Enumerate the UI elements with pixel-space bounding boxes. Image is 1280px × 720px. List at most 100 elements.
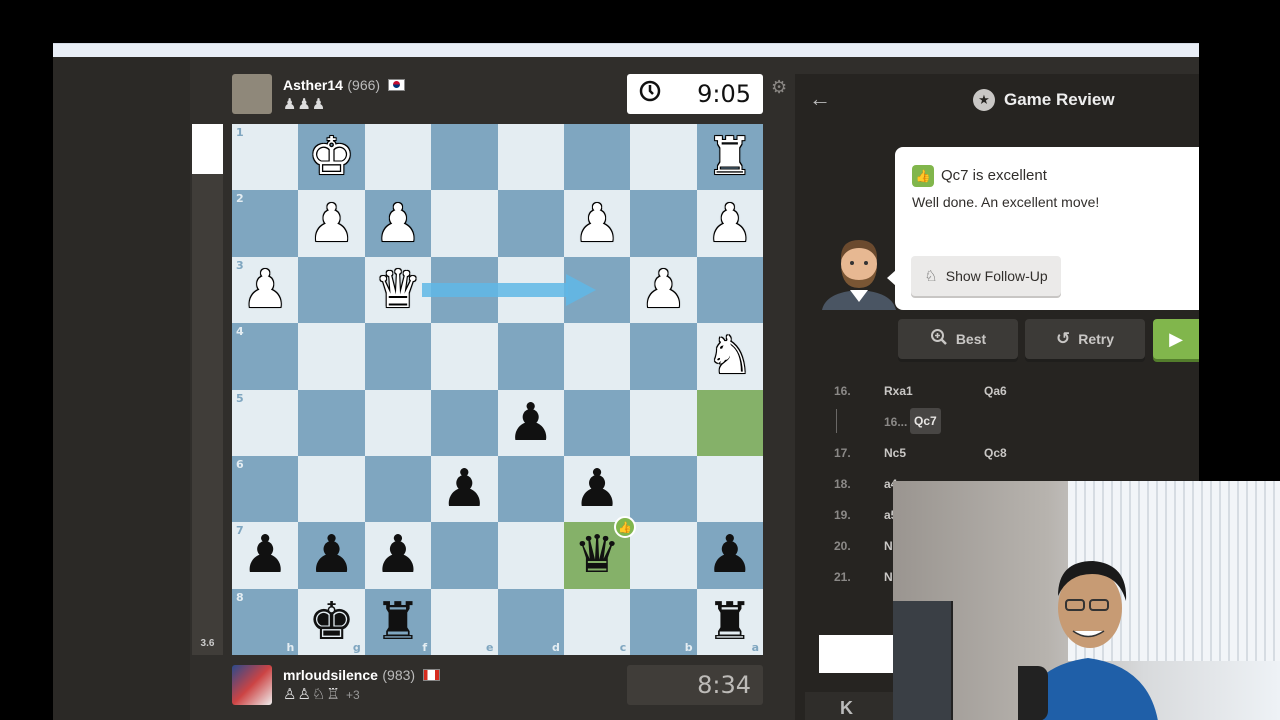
gear-icon[interactable]: ⚙ bbox=[771, 77, 787, 98]
square-h5[interactable]: 5 bbox=[232, 389, 299, 456]
variation-move[interactable]: Qc7 bbox=[910, 408, 941, 434]
white-piece[interactable]: ♟ bbox=[308, 198, 355, 250]
square-g5[interactable] bbox=[298, 389, 365, 456]
top-player-avatar[interactable] bbox=[232, 74, 272, 114]
retry-button[interactable]: ↺ Retry bbox=[1025, 319, 1145, 359]
black-move[interactable]: Qa6 bbox=[984, 384, 1007, 398]
square-c4[interactable] bbox=[563, 323, 631, 390]
bottom-player-name[interactable]: mrloudsilence bbox=[283, 667, 378, 683]
square-f3[interactable]: ♛ bbox=[364, 256, 432, 324]
square-e2[interactable] bbox=[431, 190, 498, 257]
square-g6[interactable] bbox=[298, 455, 365, 523]
square-f4[interactable] bbox=[364, 323, 432, 390]
black-piece[interactable]: ♟ bbox=[441, 463, 488, 515]
white-piece[interactable]: ♟ bbox=[242, 264, 289, 316]
square-b2[interactable] bbox=[630, 190, 697, 257]
bottom-player-avatar[interactable] bbox=[232, 665, 272, 705]
white-move[interactable]: Rxa1 bbox=[884, 384, 913, 398]
square-g8[interactable]: g ♚ bbox=[298, 588, 365, 655]
square-f2[interactable]: ♟ bbox=[364, 190, 432, 257]
white-piece[interactable]: ♟ bbox=[574, 198, 621, 250]
square-b7[interactable] bbox=[630, 522, 697, 589]
square-e1[interactable] bbox=[431, 124, 498, 191]
square-a8[interactable]: a ♜ bbox=[696, 588, 763, 655]
black-piece[interactable]: ♟ bbox=[707, 529, 754, 581]
square-g7[interactable]: ♟ bbox=[298, 522, 365, 589]
square-d5[interactable]: ♟ bbox=[497, 389, 564, 456]
next-button[interactable]: ▶ bbox=[1153, 319, 1199, 359]
square-f1[interactable] bbox=[364, 124, 432, 191]
square-c5[interactable] bbox=[563, 389, 631, 456]
square-c3[interactable] bbox=[563, 256, 631, 324]
back-arrow-icon[interactable]: ← bbox=[809, 86, 831, 112]
black-piece[interactable]: ♛ bbox=[574, 529, 621, 581]
white-piece[interactable]: ♚ bbox=[308, 131, 355, 183]
white-move[interactable]: N bbox=[884, 570, 893, 584]
square-e5[interactable] bbox=[431, 389, 498, 456]
black-piece[interactable]: ♜ bbox=[375, 596, 422, 648]
square-c6[interactable]: ♟ bbox=[563, 455, 631, 523]
square-b1[interactable] bbox=[630, 124, 697, 191]
square-d7[interactable] bbox=[497, 522, 564, 589]
square-b4[interactable] bbox=[630, 323, 697, 390]
black-piece[interactable]: ♟ bbox=[242, 529, 289, 581]
square-d6[interactable] bbox=[497, 455, 564, 523]
white-move[interactable]: N bbox=[884, 539, 893, 553]
square-a2[interactable]: ♟ bbox=[696, 190, 763, 257]
square-c2[interactable]: ♟ bbox=[563, 190, 631, 257]
square-h6[interactable]: 6 bbox=[232, 455, 299, 523]
black-move[interactable]: Qc8 bbox=[984, 446, 1007, 460]
square-c7[interactable]: ♛ 👍 bbox=[563, 516, 637, 589]
square-g3[interactable] bbox=[298, 256, 365, 324]
white-piece[interactable]: ♟ bbox=[375, 198, 422, 250]
square-a5[interactable] bbox=[696, 389, 763, 456]
square-e3[interactable] bbox=[431, 256, 498, 324]
square-a4[interactable]: ♞ bbox=[696, 323, 763, 390]
square-d8[interactable]: d bbox=[497, 588, 564, 655]
square-b3[interactable]: ♟ bbox=[630, 256, 697, 324]
best-button[interactable]: Best bbox=[898, 319, 1018, 359]
chess-board[interactable]: 1 ♚ ♜ 2 ♟ ♟ ♟ ♟ 3 ♟ ♛ ♟ 4 ♞ 5 ♟ 6 ♟ ♟ 7 ♟ ♟ ♟ ♛ 👍 ♟ 8 h g ♚ f ♜ e d c b a ♜ bbox=[232, 124, 763, 655]
square-h7[interactable]: 7 ♟ bbox=[232, 522, 299, 589]
top-player-name[interactable]: Asther14 bbox=[283, 77, 343, 93]
square-d1[interactable] bbox=[497, 124, 564, 191]
square-e8[interactable]: e bbox=[431, 588, 498, 655]
square-h4[interactable]: 4 bbox=[232, 323, 299, 390]
show-follow-up-button[interactable]: ♘ Show Follow-Up bbox=[911, 256, 1061, 296]
square-f7[interactable]: ♟ bbox=[364, 522, 432, 589]
square-c1[interactable] bbox=[563, 124, 631, 191]
square-h3[interactable]: 3 ♟ bbox=[232, 256, 299, 324]
black-piece[interactable]: ♟ bbox=[375, 529, 422, 581]
white-move[interactable]: Nc5 bbox=[884, 446, 906, 460]
square-b8[interactable]: b bbox=[630, 588, 697, 655]
square-g4[interactable] bbox=[298, 323, 365, 390]
white-piece[interactable]: ♛ bbox=[375, 264, 422, 316]
square-h8[interactable]: 8h bbox=[232, 588, 299, 655]
square-g1[interactable]: ♚ bbox=[298, 124, 365, 191]
square-f5[interactable] bbox=[364, 389, 432, 456]
square-f6[interactable] bbox=[364, 455, 432, 523]
square-d4[interactable] bbox=[497, 323, 564, 390]
white-piece[interactable]: ♜ bbox=[707, 131, 754, 183]
black-piece[interactable]: ♟ bbox=[574, 463, 621, 515]
square-d2[interactable] bbox=[497, 190, 564, 257]
square-d3[interactable] bbox=[497, 256, 564, 324]
white-piece[interactable]: ♟ bbox=[640, 264, 687, 316]
square-g2[interactable]: ♟ bbox=[298, 190, 365, 257]
square-e7[interactable] bbox=[431, 522, 498, 589]
black-piece[interactable]: ♜ bbox=[707, 596, 754, 648]
square-a1[interactable]: ♜ bbox=[696, 124, 763, 191]
square-e6[interactable]: ♟ bbox=[431, 455, 498, 523]
square-a7[interactable]: ♟ bbox=[696, 522, 763, 589]
first-move-button[interactable]: K bbox=[805, 692, 897, 720]
square-b6[interactable] bbox=[630, 455, 697, 523]
square-h2[interactable]: 2 bbox=[232, 190, 299, 257]
black-piece[interactable]: ♚ bbox=[308, 596, 355, 648]
square-f8[interactable]: f ♜ bbox=[364, 588, 432, 655]
white-piece[interactable]: ♟ bbox=[707, 198, 754, 250]
square-h1[interactable]: 1 bbox=[232, 124, 299, 191]
black-piece[interactable]: ♟ bbox=[507, 397, 554, 449]
square-b5[interactable] bbox=[630, 389, 697, 456]
square-a6[interactable] bbox=[696, 455, 763, 523]
square-c8[interactable]: c bbox=[563, 588, 631, 655]
